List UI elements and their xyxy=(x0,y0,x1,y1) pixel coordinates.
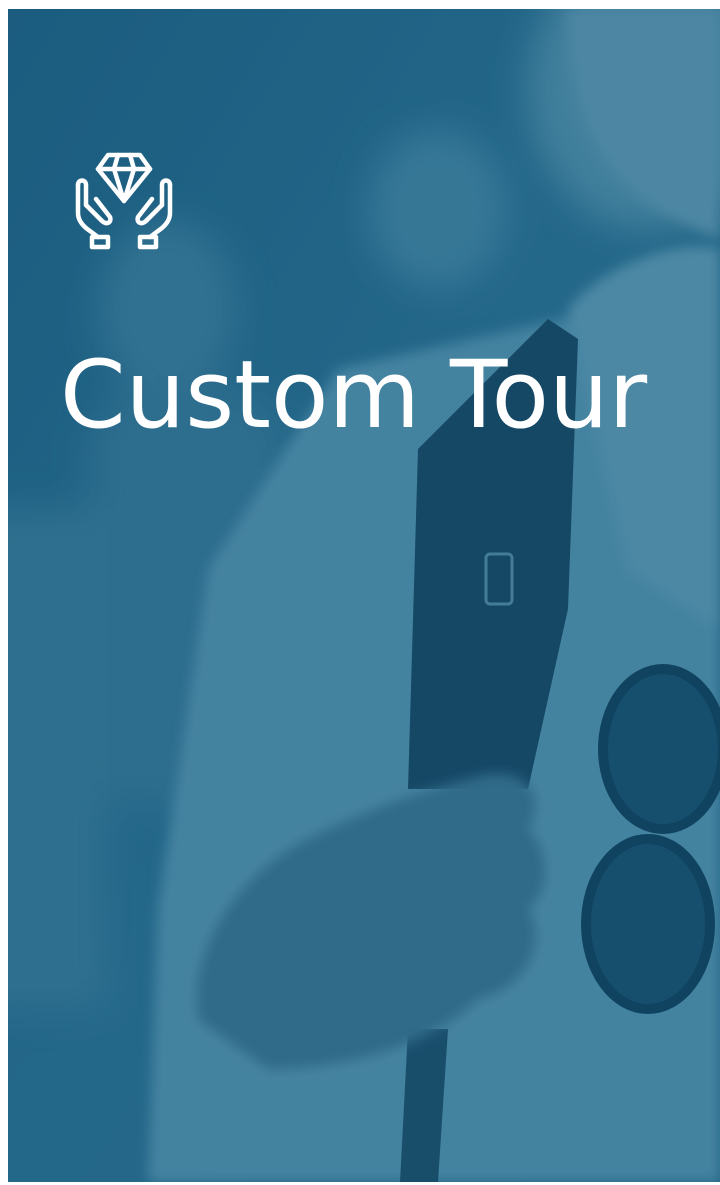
card-title: Custom Tour xyxy=(60,341,648,450)
hands-diamond-icon xyxy=(68,147,180,259)
tour-card[interactable]: Custom Tour xyxy=(8,9,720,1182)
